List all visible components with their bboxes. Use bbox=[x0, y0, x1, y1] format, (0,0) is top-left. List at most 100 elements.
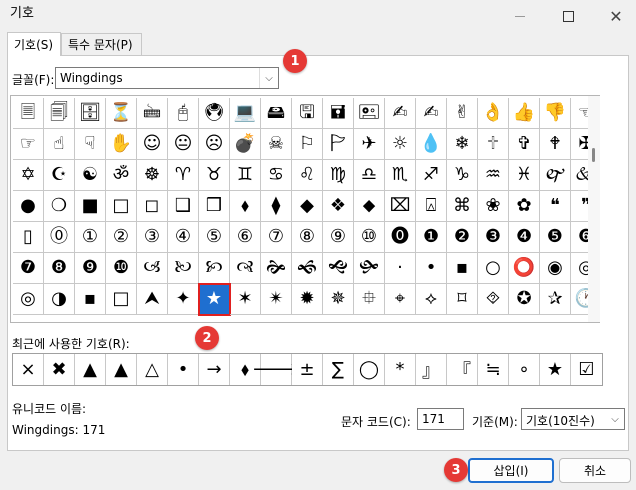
symbol-cell[interactable]: 🗏 bbox=[13, 98, 44, 129]
symbol-cell[interactable]: ✍ bbox=[416, 98, 447, 129]
symbol-cell[interactable]: 🖭 bbox=[354, 98, 385, 129]
symbol-grid-scrollbar[interactable] bbox=[588, 96, 600, 322]
symbol-cell[interactable]: ③ bbox=[137, 222, 168, 253]
symbol-cell[interactable]: ☺ bbox=[137, 129, 168, 160]
symbol-cell[interactable]: ♈ bbox=[168, 160, 199, 191]
symbol-cell[interactable]: ⌘ bbox=[447, 191, 478, 222]
symbol-cell[interactable]: ■ bbox=[75, 191, 106, 222]
symbol-cell[interactable]: ♓ bbox=[509, 160, 540, 191]
symbol-cell[interactable]: ⧫ bbox=[261, 191, 292, 222]
symbol-cell[interactable]: ◻ bbox=[137, 191, 168, 222]
symbol-cell[interactable]: 🖰 bbox=[168, 98, 199, 129]
symbol-cell[interactable]: ❀ bbox=[478, 191, 509, 222]
symbol-cell[interactable]: ② bbox=[106, 222, 137, 253]
tab-special-characters[interactable]: 특수 문자(P) bbox=[61, 33, 142, 55]
symbol-cell[interactable]: ❍ bbox=[44, 191, 75, 222]
symbol-cell[interactable]: 👌 bbox=[478, 98, 509, 129]
symbol-cell[interactable]: ⑤ bbox=[199, 222, 230, 253]
chevron-down-icon[interactable]: ⌵ bbox=[606, 409, 624, 429]
symbol-cell[interactable]: ⌑ bbox=[447, 284, 478, 315]
chevron-down-icon[interactable]: ⌵ bbox=[259, 68, 278, 88]
recent-symbol-cell[interactable]: ± bbox=[292, 354, 323, 385]
symbol-cell[interactable]: 🖫 bbox=[292, 98, 323, 129]
recent-symbol-cell[interactable]: ▲ bbox=[106, 354, 137, 385]
symbol-cell[interactable]: ❸ bbox=[478, 222, 509, 253]
symbol-cell[interactable]: 🖲 bbox=[199, 98, 230, 129]
symbol-cell[interactable]: · bbox=[385, 253, 416, 284]
cancel-button[interactable]: 취소 bbox=[559, 458, 631, 483]
symbol-cell[interactable]: 🗐 bbox=[44, 98, 75, 129]
symbol-cell[interactable]: ① bbox=[75, 222, 106, 253]
recent-symbol-cell[interactable]: ∘ bbox=[509, 354, 540, 385]
char-code-input[interactable]: 171 bbox=[417, 408, 464, 430]
symbol-cell[interactable]: ✰ bbox=[540, 284, 571, 315]
symbol-cell[interactable]: ⬥ bbox=[354, 191, 385, 222]
symbol-cell[interactable]: ✿ bbox=[509, 191, 540, 222]
symbol-cell[interactable]: ❾ bbox=[75, 253, 106, 284]
symbol-cell[interactable]: ❒ bbox=[199, 191, 230, 222]
symbol-cell[interactable]: ♌ bbox=[292, 160, 323, 191]
symbol-cell[interactable]: ❄ bbox=[447, 129, 478, 160]
symbol-cell[interactable]: ❹ bbox=[509, 222, 540, 253]
symbol-cell-selected[interactable]: ★ bbox=[198, 283, 231, 316]
symbol-cell[interactable]: 👍 bbox=[509, 98, 540, 129]
symbol-cell[interactable]: ⑩ bbox=[354, 222, 385, 253]
symbol-cell[interactable]: ❿ bbox=[106, 253, 137, 284]
recent-symbol-cell[interactable]: 🡒 bbox=[252, 354, 300, 385]
symbol-cell[interactable]: ⑥ bbox=[230, 222, 261, 253]
symbol-cell[interactable]: ♋ bbox=[261, 160, 292, 191]
symbol-cell[interactable]: ✈ bbox=[354, 129, 385, 160]
symbol-cell[interactable]: ❑ bbox=[168, 191, 199, 222]
symbol-cell[interactable]: ⟡ bbox=[416, 284, 447, 315]
symbol-cell[interactable]: □ bbox=[106, 284, 137, 315]
symbol-cell[interactable]: 🙰 bbox=[540, 160, 571, 191]
symbol-cell[interactable]: ♐ bbox=[416, 160, 447, 191]
symbol-cell[interactable]: 🙡 bbox=[199, 253, 230, 284]
symbol-cell[interactable]: ✵ bbox=[323, 284, 354, 315]
maximize-button[interactable] bbox=[545, 0, 591, 32]
symbol-cell[interactable]: ❶ bbox=[416, 222, 447, 253]
recent-symbol-cell[interactable]: ▲ bbox=[75, 354, 106, 385]
symbol-cell[interactable]: ॐ bbox=[106, 160, 137, 191]
symbol-cell[interactable]: ❽ bbox=[44, 253, 75, 284]
symbol-cell[interactable]: ④ bbox=[168, 222, 199, 253]
symbol-cell[interactable]: ▯ bbox=[13, 222, 44, 253]
recent-symbol-cell[interactable]: * bbox=[385, 354, 416, 385]
symbol-cell[interactable]: ✶ bbox=[230, 284, 261, 315]
symbol-cell[interactable]: ☞ bbox=[13, 129, 44, 160]
symbol-cell[interactable]: ♍ bbox=[323, 160, 354, 191]
symbol-cell[interactable]: □ bbox=[106, 191, 137, 222]
symbol-cell[interactable]: 🙟 bbox=[354, 253, 385, 284]
symbol-cell[interactable]: ⍓ bbox=[416, 191, 447, 222]
symbol-cell[interactable]: ✍ bbox=[385, 98, 416, 129]
symbol-cell[interactable]: 😐 bbox=[168, 129, 199, 160]
symbol-cell[interactable]: ◎ bbox=[13, 284, 44, 315]
symbol-cell[interactable]: ✪ bbox=[509, 284, 540, 315]
symbol-cell[interactable]: ✹ bbox=[292, 284, 323, 315]
symbol-cell[interactable]: 🖬 bbox=[323, 98, 354, 129]
symbol-cell[interactable]: ☪ bbox=[44, 160, 75, 191]
scrollbar-thumb[interactable] bbox=[592, 148, 595, 162]
symbol-cell[interactable]: ☹ bbox=[199, 129, 230, 160]
symbol-cell[interactable]: ▪ bbox=[75, 284, 106, 315]
symbol-cell[interactable]: ⑦ bbox=[261, 222, 292, 253]
recent-symbol-cell[interactable]: ≒ bbox=[478, 354, 509, 385]
symbol-cell[interactable]: 💣 bbox=[230, 129, 261, 160]
symbol-cell[interactable]: 🙜 bbox=[292, 253, 323, 284]
symbol-cell[interactable]: ⓿ bbox=[385, 222, 416, 253]
symbol-cell[interactable]: ◑ bbox=[44, 284, 75, 315]
symbol-cell[interactable]: ⑨ bbox=[323, 222, 354, 253]
symbol-cell[interactable]: • bbox=[416, 253, 447, 284]
symbol-cell[interactable]: 🕆 bbox=[478, 129, 509, 160]
font-select[interactable]: Wingdings ⌵ bbox=[55, 67, 279, 89]
symbol-cell[interactable]: ⏳ bbox=[106, 98, 137, 129]
symbol-cell[interactable]: 🙣 bbox=[230, 253, 261, 284]
symbol-cell[interactable]: ♑ bbox=[447, 160, 478, 191]
recent-symbol-cell[interactable]: ★ bbox=[540, 354, 571, 385]
symbol-cell[interactable]: ◆ bbox=[292, 191, 323, 222]
minimize-button[interactable] bbox=[497, 0, 543, 32]
symbol-cell[interactable]: 👎 bbox=[540, 98, 571, 129]
symbol-cell[interactable]: 🖴 bbox=[261, 98, 292, 129]
tab-symbols[interactable]: 기호(S) bbox=[7, 32, 61, 56]
symbol-cell[interactable]: ♏ bbox=[385, 160, 416, 191]
